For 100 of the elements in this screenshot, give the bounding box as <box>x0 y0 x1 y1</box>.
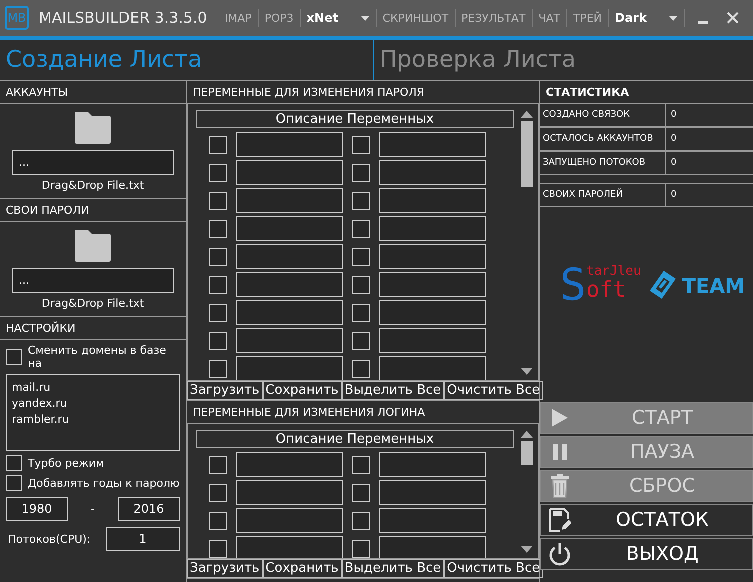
play-icon <box>552 409 568 427</box>
scrollbar-thumb[interactable] <box>521 121 533 187</box>
variable-field[interactable] <box>236 328 343 353</box>
checkbox[interactable] <box>6 455 22 471</box>
variable-field[interactable] <box>236 480 343 505</box>
column-header: Описание Переменных <box>196 430 514 448</box>
variable-field[interactable] <box>236 272 343 297</box>
variable-field[interactable] <box>379 508 486 533</box>
checkbox[interactable] <box>209 136 227 154</box>
checkbox[interactable] <box>209 456 227 474</box>
variable-field[interactable] <box>379 536 486 558</box>
variable-field[interactable] <box>379 160 486 185</box>
checkbox[interactable] <box>352 164 370 182</box>
variable-field[interactable] <box>236 244 343 269</box>
panel-button[interactable]: Сохранить <box>262 559 342 578</box>
scrollbar-thumb[interactable] <box>521 441 533 465</box>
scroll-down-icon[interactable] <box>521 368 533 376</box>
checkbox[interactable] <box>352 456 370 474</box>
variable-field[interactable] <box>379 356 486 380</box>
tab[interactable]: Проверка Листа <box>374 40 753 80</box>
panel-button[interactable]: Загрузить <box>187 559 263 578</box>
caret-icon <box>669 16 678 20</box>
variable-field[interactable] <box>236 536 343 558</box>
checkbox[interactable] <box>352 304 370 322</box>
checkbox[interactable] <box>352 360 370 378</box>
panel-button[interactable]: Загрузить <box>187 381 263 400</box>
checkbox[interactable] <box>209 332 227 350</box>
variable-field[interactable] <box>379 452 486 477</box>
menu-link[interactable]: РЕЗУЛЬТАТ <box>462 12 526 24</box>
scroll-down-icon[interactable] <box>521 546 533 554</box>
folder-icon[interactable] <box>73 228 113 264</box>
variable-field[interactable] <box>379 272 486 297</box>
checkbox[interactable] <box>6 475 22 491</box>
checkbox[interactable] <box>209 248 227 266</box>
variable-field[interactable] <box>236 356 343 380</box>
scroll-up-icon[interactable] <box>521 430 533 438</box>
variable-field[interactable] <box>236 132 343 157</box>
dropdown[interactable]: xNet <box>306 11 370 25</box>
checkbox[interactable] <box>209 304 227 322</box>
checkbox[interactable] <box>352 276 370 294</box>
action-button[interactable]: ОСТАТОК <box>540 504 753 536</box>
variable-field[interactable] <box>379 480 486 505</box>
variable-field[interactable] <box>236 216 343 241</box>
variable-field[interactable] <box>236 160 343 185</box>
panel-button[interactable]: Выделить Все <box>342 381 444 400</box>
checkbox[interactable] <box>352 192 370 210</box>
checkbox[interactable] <box>352 540 370 558</box>
range-separator: - <box>91 502 95 516</box>
menu-link[interactable]: POP3 <box>264 12 294 24</box>
variable-field[interactable] <box>379 300 486 325</box>
checkbox[interactable] <box>209 164 227 182</box>
variable-field[interactable] <box>236 508 343 533</box>
checkbox[interactable] <box>352 332 370 350</box>
checkbox[interactable] <box>209 512 227 530</box>
panel-button[interactable]: Очистить Все <box>444 559 544 578</box>
section-title: ПЕРЕМЕННЫЕ ДЛЯ ИЗМЕНЕНИЯ ЛОГИНА <box>193 406 426 418</box>
threads-field[interactable]: 1 <box>106 527 180 551</box>
variable-field[interactable] <box>236 452 343 477</box>
stat-label: ЗАПУЩЕНО ПОТОКОВ <box>540 152 666 174</box>
menu-link[interactable]: ЧАТ <box>538 12 560 24</box>
stat-value: 0 <box>670 109 677 122</box>
menu-link[interactable]: ТРЕЙ <box>573 12 602 24</box>
checkbox[interactable] <box>352 484 370 502</box>
tab[interactable]: Создание Листа <box>0 40 374 80</box>
checkbox[interactable] <box>209 360 227 378</box>
checkbox[interactable] <box>352 220 370 238</box>
variable-field[interactable] <box>379 132 486 157</box>
checkbox[interactable] <box>209 276 227 294</box>
variable-field[interactable] <box>379 244 486 269</box>
checkbox[interactable] <box>209 192 227 210</box>
checkbox[interactable] <box>352 512 370 530</box>
scroll-up-icon[interactable] <box>521 110 533 118</box>
checkbox[interactable] <box>352 248 370 266</box>
variable-field[interactable] <box>379 328 486 353</box>
folder-icon[interactable] <box>73 110 113 146</box>
caret-icon <box>360 16 370 20</box>
dropdown[interactable]: Dark <box>615 11 678 25</box>
file-path-field[interactable]: ... <box>12 268 174 293</box>
variable-field[interactable] <box>379 188 486 213</box>
year-field[interactable]: 2016 <box>118 497 180 521</box>
variable-field[interactable] <box>236 188 343 213</box>
drop-hint: Drag&Drop File.txt <box>42 297 144 310</box>
menu-link[interactable]: СКРИНШОТ <box>382 12 449 24</box>
close-icon[interactable] <box>727 12 739 24</box>
year-field[interactable]: 1980 <box>6 497 68 521</box>
pause-icon <box>553 444 567 460</box>
checkbox[interactable] <box>209 540 227 558</box>
checkbox[interactable] <box>6 349 22 365</box>
file-path-field[interactable]: ... <box>12 150 174 175</box>
panel-button[interactable]: Выделить Все <box>342 559 444 578</box>
checkbox[interactable] <box>209 484 227 502</box>
panel-button[interactable]: Очистить Все <box>444 381 544 400</box>
variable-field[interactable] <box>236 300 343 325</box>
panel-button[interactable]: Сохранить <box>262 381 342 400</box>
checkbox[interactable] <box>352 136 370 154</box>
domains-textarea[interactable]: mail.ru yandex.ru rambler.ru <box>6 374 180 451</box>
menu-link[interactable]: IMAP <box>224 12 252 24</box>
checkbox[interactable] <box>209 220 227 238</box>
variable-field[interactable] <box>379 216 486 241</box>
action-button[interactable]: ВЫХОД <box>540 538 753 570</box>
